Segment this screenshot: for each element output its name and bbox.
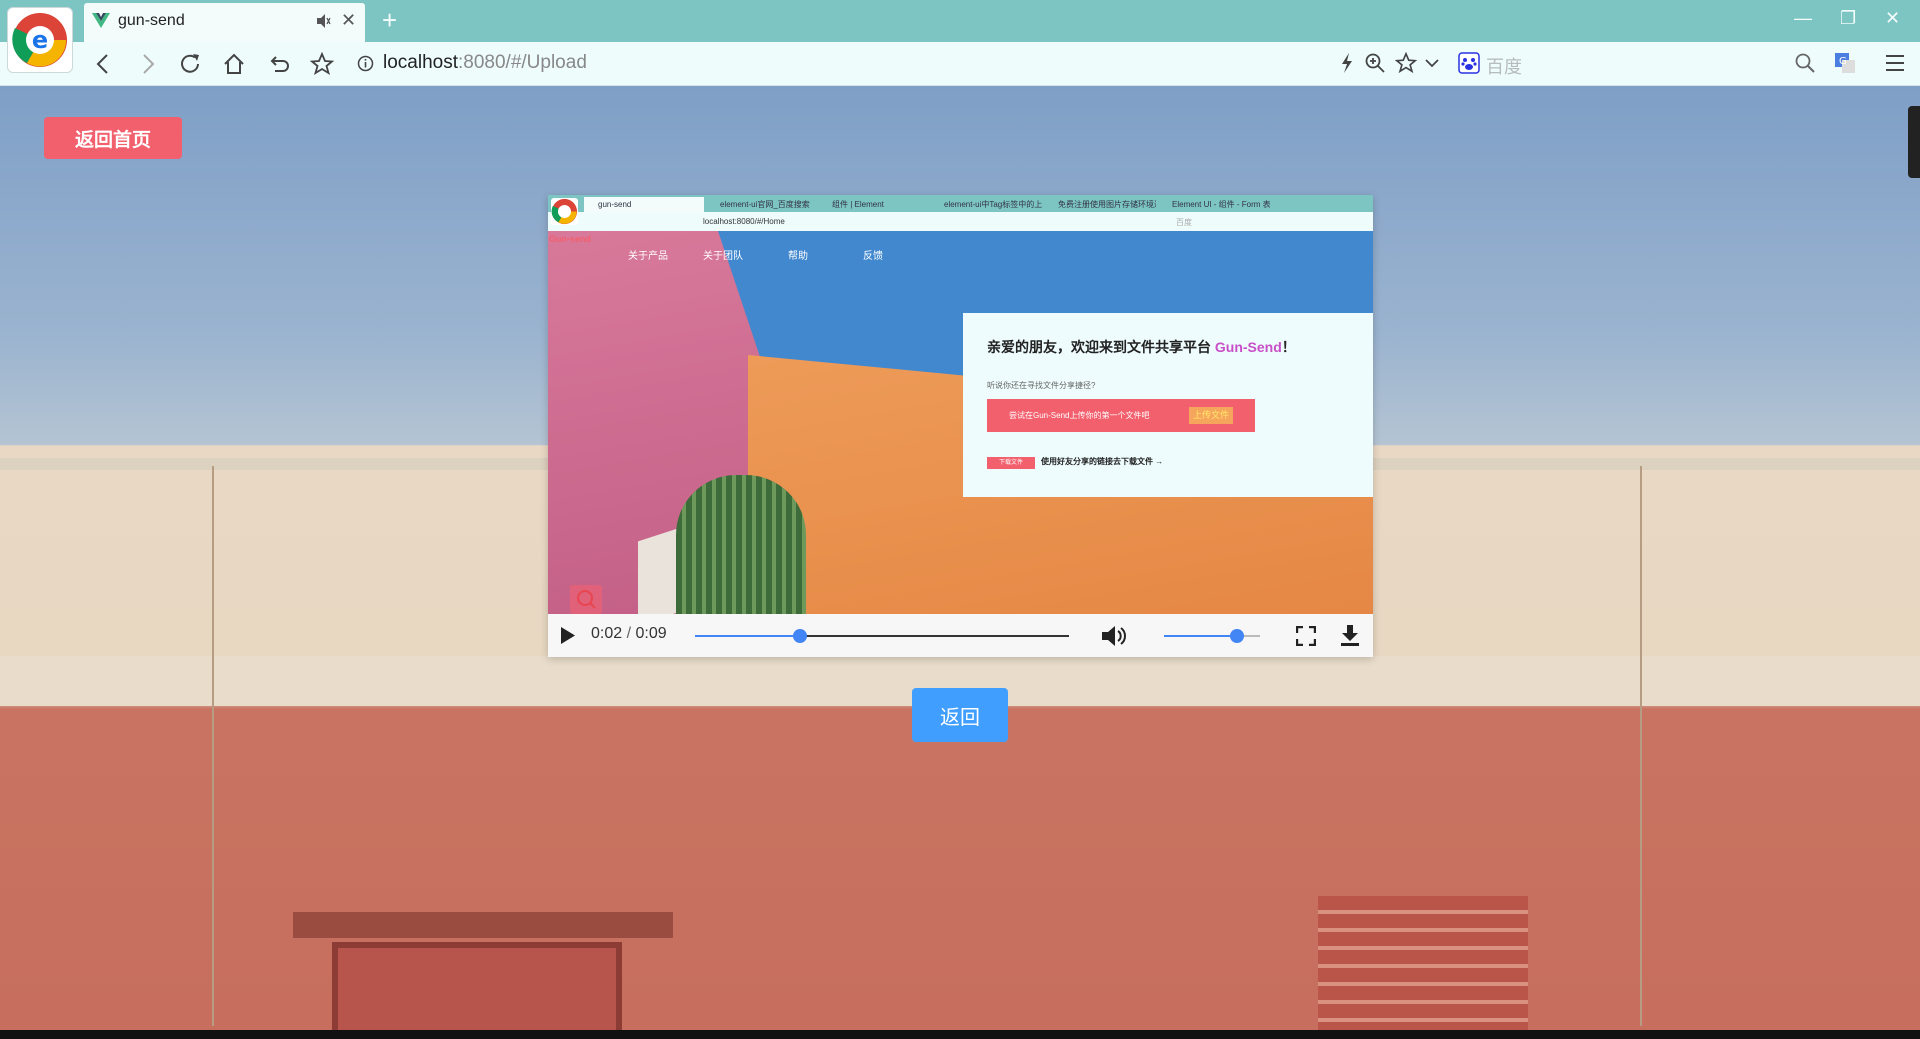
video-controls: 0:02 / 0:09 [548,614,1373,657]
home-button[interactable]: 返回首页 [44,117,182,159]
minimize-icon[interactable]: — [1794,8,1812,29]
baidu-paw-icon[interactable] [1458,52,1480,74]
video-card-heading-suffix: ！ [1281,339,1296,355]
new-tab-icon[interactable]: + [382,5,397,36]
video-address: localhost:8080/#/Home [703,217,785,226]
svg-text:G: G [1839,56,1847,67]
video-nav-item: 关于团队 [703,251,743,262]
video-search-icon [570,585,602,614]
video-nav-item: 反馈 [863,251,883,262]
forward-arrow-icon[interactable] [136,52,158,76]
tab-close-icon[interactable]: ✕ [341,10,356,31]
seek-progress [695,635,800,637]
video-card-brand: Gun-Send [1214,339,1282,355]
video-card-download-button: 下载文件 [987,457,1035,469]
duration: 0:09 [635,625,667,642]
favorite-star-icon[interactable] [1395,52,1417,74]
video-frame[interactable]: gun-send element-ui官网_百度搜索 组件 | Element … [548,195,1373,614]
video-brand: Gun-send [549,234,591,244]
video-card-subtitle: 听说你还在寻找文件分享捷径? [987,381,1096,390]
background-crack [1640,466,1642,1026]
browser-tab[interactable]: gun-send ✕ [84,3,365,42]
video-nav-item: 关于产品 [628,251,668,262]
volume-handle[interactable] [1229,629,1244,643]
video-tab: element-ui官网_百度搜索 [720,200,810,209]
video-tab: 免费注册使用图片存储环境过滤... [1058,200,1156,209]
search-input[interactable]: 百度 [1486,53,1522,79]
window-close-icon[interactable]: ✕ [1885,8,1900,29]
video-nav-item: 帮助 [788,251,808,262]
video-cactus [676,475,806,614]
video-search: 百度 [1176,218,1192,227]
video-tab: 组件 | Element [832,200,884,209]
video-browser-logo-icon [551,198,578,225]
play-icon[interactable] [560,626,576,645]
bookmark-star-icon[interactable] [310,52,334,76]
taskbar [0,1030,1920,1039]
search-icon[interactable] [1794,52,1816,74]
tab-title: gun-send [118,12,185,29]
translate-icon[interactable]: G [1834,52,1856,74]
reload-icon[interactable] [178,52,202,76]
video-tab: Element UI - 组件 - Form 表单 [1172,200,1270,209]
volume-level [1164,635,1237,637]
address-path: :8080/#/Upload [458,52,587,73]
restore-icon[interactable]: ❐ [1840,8,1856,29]
undo-icon[interactable] [266,52,290,76]
vue-logo-icon [92,13,110,28]
menu-icon[interactable] [1884,52,1906,74]
speaker-icon[interactable] [315,13,331,29]
video-card-download-text: 使用好友分享的链接去下载文件 → [1041,457,1164,466]
site-info-icon[interactable] [357,55,374,72]
video-tab: element-ui中Tag标签中的上传 [944,200,1042,209]
video-browser-tabs: gun-send element-ui官网_百度搜索 组件 | Element … [548,195,1373,212]
background-crack [212,466,214,1026]
upload-page: 返回首页 gun-send element-ui官网_百度搜索 组件 | Ele… [0,86,1920,1030]
fullscreen-icon[interactable] [1296,626,1316,646]
video-player[interactable]: gun-send element-ui官网_百度搜索 组件 | Element … [548,195,1373,657]
video-tab: gun-send [584,197,704,212]
video-card-heading-text: 亲爱的朋友，欢迎来到文件共享平台 [987,339,1215,355]
home-icon[interactable] [222,52,246,76]
lightning-icon[interactable] [1340,52,1354,74]
background-door [332,942,622,1030]
svg-text:e: e [32,26,48,54]
background-bricks [1318,896,1528,1030]
zoom-icon[interactable] [1364,52,1386,74]
browser-toolbar: localhost:8080/#/Upload 百度 G [0,42,1920,86]
side-panel-handle[interactable] [1908,106,1920,178]
current-time: 0:02 [591,625,623,642]
video-card-heading: 亲爱的朋友，欢迎来到文件共享平台 Gun-Send！ [987,337,1296,357]
download-icon[interactable] [1340,624,1360,646]
background-door-lintel [293,912,673,938]
seek-handle[interactable] [792,629,807,643]
browser-logo-icon: e [7,7,73,73]
chevron-down-icon[interactable] [1423,52,1441,74]
back-button[interactable]: 返回 [912,688,1008,742]
address-bar[interactable]: localhost:8080/#/Upload [383,52,587,74]
video-card-upload-text: 尝试在Gun-Send上传你的第一个文件吧 [1009,411,1150,420]
volume-icon[interactable] [1100,624,1128,648]
video-time: 0:02 / 0:09 [591,625,667,642]
back-arrow-icon[interactable] [93,52,115,76]
video-browser-toolbar: localhost:8080/#/Home 百度 [548,212,1373,231]
address-host: localhost [383,52,458,73]
video-card-upload-button: 上传文件 [1188,407,1233,424]
video-welcome-card: 亲爱的朋友，欢迎来到文件共享平台 Gun-Send！ 听说你还在寻找文件分享捷径… [963,313,1373,497]
browser-titlebar: gun-send ✕ + — ❐ ✕ [0,0,1920,42]
video-card-upload-banner: 上传文件 尝试在Gun-Send上传你的第一个文件吧 [987,399,1255,432]
